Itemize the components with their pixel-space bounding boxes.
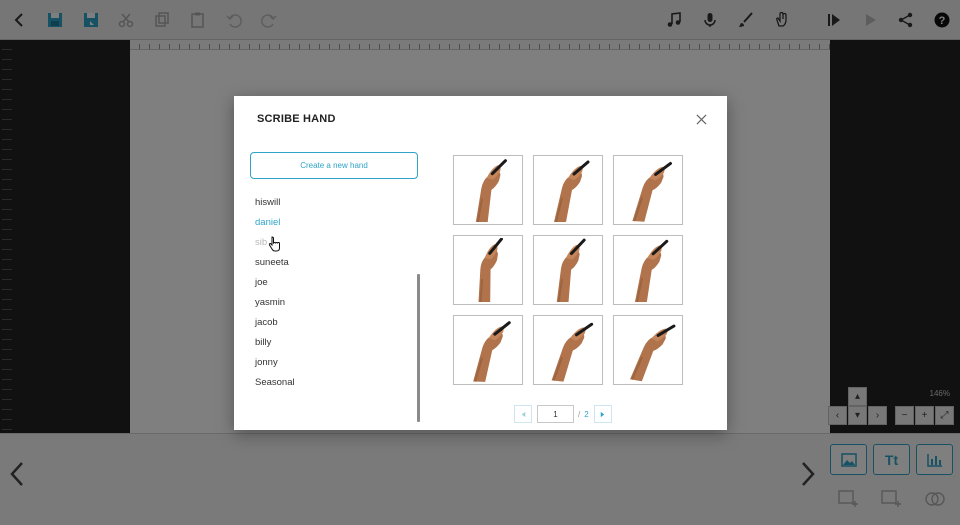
hand-thumbnail[interactable]	[533, 235, 603, 305]
create-new-hand-button[interactable]: Create a new hand	[250, 152, 418, 179]
hand-thumbnail[interactable]	[613, 155, 683, 225]
page-number-input[interactable]	[537, 405, 574, 423]
hand-thumbnail[interactable]	[453, 155, 523, 225]
hand-list: hiswill daniel sib suneeta joe yasmin jacob bil…	[255, 196, 415, 396]
hand-list-item[interactable]: suneeta	[255, 256, 415, 276]
hand-list-item[interactable]: billy	[255, 336, 415, 356]
hand-list-item[interactable]: sib	[255, 236, 415, 256]
caret-right-icon	[600, 411, 605, 417]
hand-thumbnail[interactable]	[453, 315, 523, 385]
hand-image-icon	[634, 239, 669, 302]
hand-list-item[interactable]: yasmin	[255, 296, 415, 316]
hand-image-icon	[630, 324, 676, 382]
hand-list-scrollbar[interactable]	[417, 274, 420, 422]
hand-list-item[interactable]: jacob	[255, 316, 415, 336]
hand-image-icon	[473, 321, 511, 382]
hand-list-item[interactable]: Seasonal	[255, 376, 415, 396]
scribe-hand-dialog: SCRIBE HAND Create a new hand hiswill dan…	[234, 96, 727, 430]
hand-thumbnail[interactable]	[453, 235, 523, 305]
hand-thumbnail[interactable]	[533, 155, 603, 225]
hand-image-icon	[554, 160, 590, 222]
pagination: / 2	[514, 405, 612, 423]
hand-thumbnail[interactable]	[533, 315, 603, 385]
close-icon[interactable]	[693, 111, 709, 127]
hand-image-icon	[475, 159, 507, 222]
hand-list-item[interactable]: jonny	[255, 356, 415, 376]
hand-image-icon	[551, 322, 594, 382]
hand-thumbnail[interactable]	[613, 235, 683, 305]
hand-list-item[interactable]: joe	[255, 276, 415, 296]
dialog-title: SCRIBE HAND	[257, 113, 336, 125]
previous-page-button[interactable]	[514, 405, 532, 423]
caret-left-icon	[521, 411, 525, 417]
hand-thumbnail-grid	[453, 155, 683, 385]
hand-thumbnail[interactable]	[613, 315, 683, 385]
page-total: 2	[584, 409, 589, 419]
hand-image-icon	[478, 238, 503, 302]
hand-list-item[interactable]: daniel	[255, 216, 415, 236]
hand-image-icon	[556, 238, 586, 302]
hand-image-icon	[632, 161, 672, 222]
hand-list-item[interactable]: hiswill	[255, 196, 415, 216]
page-separator: /	[578, 409, 581, 419]
next-page-button[interactable]	[593, 405, 612, 423]
